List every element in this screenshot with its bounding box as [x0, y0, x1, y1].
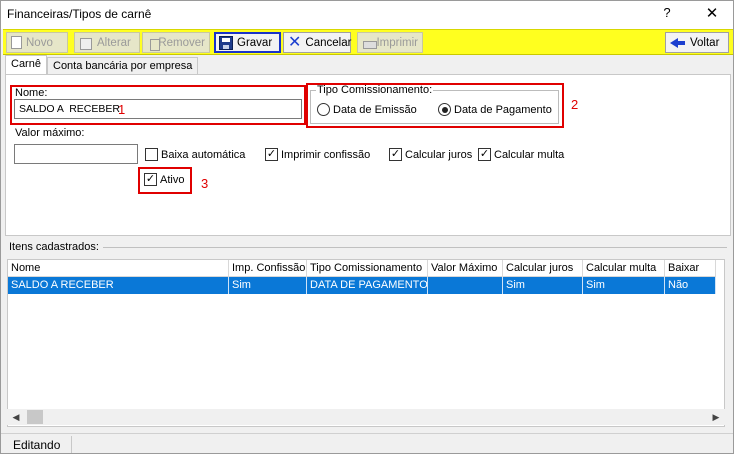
check-multa-label: Calcular multa: [494, 148, 565, 161]
cancel-x-icon: ✕: [288, 33, 302, 51]
gravar-label: Gravar: [237, 36, 273, 49]
cell-baixar: Não: [665, 277, 716, 294]
col-calcular-multa[interactable]: Calcular multa: [583, 260, 665, 277]
itens-cadastrados-label: Itens cadastrados:: [9, 241, 99, 253]
check-juros-label: Calcular juros: [405, 148, 473, 161]
cell-calcular-juros: Sim: [503, 277, 583, 294]
annotation-number-1: 1: [118, 102, 126, 117]
valor-maximo-input[interactable]: [14, 144, 138, 164]
remover-button[interactable]: Remover: [142, 32, 210, 53]
cancelar-button[interactable]: ✕ Cancelar: [283, 32, 351, 53]
save-icon: [219, 35, 233, 50]
trash-icon: [147, 36, 161, 51]
scroll-thumb[interactable]: [27, 410, 43, 424]
tab-conta-bancaria[interactable]: Conta bancária por empresa: [47, 57, 199, 75]
col-nome[interactable]: Nome: [8, 260, 229, 277]
annotation-box-1: [10, 85, 306, 125]
voltar-label: Voltar: [690, 36, 720, 49]
scroll-right-icon[interactable]: ▶: [709, 410, 723, 424]
window-title: Financeiras/Tipos de carnê: [7, 7, 152, 21]
printer-icon: [362, 36, 378, 50]
gravar-button[interactable]: Gravar: [214, 32, 281, 53]
check-baixa-label: Baixa automática: [161, 148, 246, 161]
list-divider: [103, 247, 727, 248]
check-imprimir-label: Imprimir confissão: [281, 148, 371, 161]
tab-carne[interactable]: Carnê: [5, 55, 47, 75]
cell-calcular-multa: Sim: [583, 277, 665, 294]
imprimir-button[interactable]: Imprimir: [357, 32, 423, 53]
annotation-box-3: [138, 167, 192, 194]
col-tipo-comissionamento[interactable]: Tipo Comissionamento: [307, 260, 428, 277]
new-document-icon: [11, 36, 22, 49]
alterar-button[interactable]: Alterar: [74, 32, 140, 53]
status-text: Editando: [13, 438, 61, 452]
alterar-label: Alterar: [97, 36, 131, 49]
title-bar: Financeiras/Tipos de carnê ? ✕: [1, 1, 733, 29]
annotation-number-2: 2: [571, 97, 579, 112]
help-button[interactable]: ?: [657, 5, 677, 23]
check-baixa-box: [145, 148, 158, 161]
annotation-box-2: [306, 83, 564, 128]
novo-button[interactable]: Novo: [6, 32, 68, 53]
close-button[interactable]: ✕: [701, 4, 723, 24]
cell-imp-confissao: Sim: [229, 277, 307, 294]
check-baixa-automatica[interactable]: Baixa automática: [145, 148, 245, 161]
status-separator: [71, 436, 72, 453]
scroll-left-icon[interactable]: ◀: [9, 410, 23, 424]
status-bar: Editando: [1, 433, 733, 453]
check-imprimir-confissao[interactable]: ✓ Imprimir confissão: [265, 148, 370, 161]
col-baixar[interactable]: Baixar: [665, 260, 716, 277]
check-calcular-juros[interactable]: ✓ Calcular juros: [389, 148, 472, 161]
items-grid: Nome Imp. Confissão Tipo Comissionamento…: [7, 259, 725, 427]
cancelar-label: Cancelar: [305, 36, 352, 49]
check-multa-box: ✓: [478, 148, 491, 161]
novo-label: Novo: [26, 36, 53, 49]
back-arrow-icon: [670, 36, 686, 50]
edit-icon: [79, 36, 93, 50]
grid-header: Nome Imp. Confissão Tipo Comissionamento…: [8, 260, 716, 277]
col-imp-confissao[interactable]: Imp. Confissão: [229, 260, 307, 277]
cell-nome: SALDO A RECEBER: [8, 277, 229, 294]
cell-valor-maximo: [428, 277, 503, 294]
check-calcular-multa[interactable]: ✓ Calcular multa: [478, 148, 564, 161]
remover-label: Remover: [158, 36, 205, 49]
check-imprimir-box: ✓: [265, 148, 278, 161]
col-valor-maximo[interactable]: Valor Máximo: [428, 260, 503, 277]
cell-tipo-comissionamento: DATA DE PAGAMENTO: [307, 277, 428, 294]
toolbar: Novo Alterar Remover Gravar ✕ Cancelar I…: [3, 29, 733, 55]
table-row[interactable]: SALDO A RECEBER Sim DATA DE PAGAMENTO Si…: [8, 277, 716, 294]
check-juros-box: ✓: [389, 148, 402, 161]
main-window: Financeiras/Tipos de carnê ? ✕ Novo Alte…: [0, 0, 734, 454]
voltar-button[interactable]: Voltar: [665, 32, 729, 53]
imprimir-label: Imprimir: [376, 36, 418, 49]
col-calcular-juros[interactable]: Calcular juros: [503, 260, 583, 277]
horizontal-scrollbar[interactable]: ◀ ▶: [7, 409, 725, 425]
valor-maximo-label: Valor máximo:: [15, 127, 85, 139]
annotation-number-3: 3: [201, 176, 209, 191]
